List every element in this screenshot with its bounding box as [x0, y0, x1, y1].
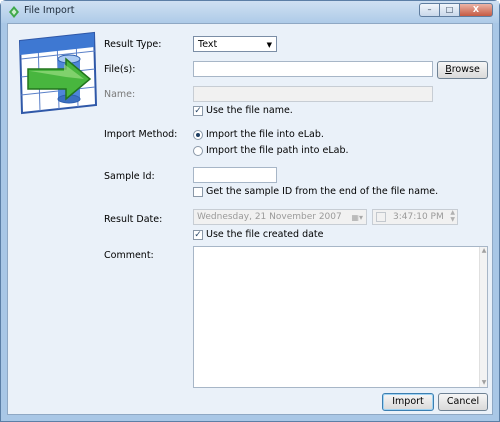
sample-id-label: Sample Id:	[104, 171, 155, 182]
result-date-label: Result Date:	[104, 214, 163, 225]
import-button[interactable]: Import	[382, 393, 434, 411]
use-file-name-checkbox[interactable]: ✓	[193, 106, 203, 116]
chevron-down-icon: ▼	[266, 41, 272, 49]
result-time-checkbox[interactable]	[376, 212, 386, 222]
comment-label: Comment:	[104, 250, 154, 261]
files-label: File(s):	[104, 64, 136, 75]
comment-textarea[interactable]: ▲ ▼	[193, 246, 488, 388]
use-created-date-label: Use the file created date	[206, 229, 324, 240]
maximize-button[interactable]: □	[439, 3, 459, 17]
comment-scrollbar[interactable]: ▲ ▼	[479, 247, 487, 387]
sample-id-from-file-label: Get the sample ID from the end of the fi…	[206, 186, 439, 197]
window-controls: – □ X	[419, 3, 493, 17]
result-time-picker[interactable]: 3:47:10 PM ▲ ▼	[372, 209, 458, 225]
import-file-radio[interactable]	[193, 130, 203, 140]
result-date-picker[interactable]: Wednesday, 21 November 2007 ▦▾	[193, 209, 367, 225]
cancel-button-label: Cancel	[446, 396, 480, 407]
time-spinner-icon[interactable]: ▲ ▼	[450, 210, 455, 223]
result-type-select[interactable]: Text ▼	[193, 36, 277, 52]
sample-id-from-file-checkbox[interactable]	[193, 187, 203, 197]
scroll-up-icon[interactable]: ▲	[480, 247, 488, 255]
files-input[interactable]	[193, 61, 433, 77]
name-input[interactable]	[193, 86, 433, 102]
browse-rest: rowse	[451, 64, 480, 75]
window-title: File Import	[24, 5, 75, 16]
app-icon	[9, 6, 19, 18]
result-type-value: Text	[198, 39, 218, 50]
import-file-path-radio[interactable]	[193, 146, 203, 156]
result-type-label: Result Type:	[104, 39, 162, 50]
browse-button[interactable]: Browse	[437, 61, 488, 79]
result-time-value: 3:47:10 PM	[393, 212, 444, 222]
dialog-client-area: Result Type: Text ▼ File(s): Browse Name…	[7, 23, 493, 415]
import-button-label: Import	[392, 396, 424, 407]
use-created-date-checkbox[interactable]: ✓	[193, 230, 203, 240]
import-file-path-label: Import the file path into eLab.	[206, 145, 349, 156]
file-import-window: File Import – □ X Result Type: Text ▼ Fi…	[0, 0, 500, 422]
scroll-down-icon[interactable]: ▼	[480, 379, 488, 387]
cancel-button[interactable]: Cancel	[438, 393, 488, 411]
result-date-value: Wednesday, 21 November 2007	[197, 212, 342, 222]
import-logo-icon	[18, 31, 98, 115]
import-file-label: Import the file into eLab.	[206, 129, 324, 140]
sample-id-input[interactable]	[193, 167, 277, 183]
import-method-label: Import Method:	[104, 129, 178, 140]
radio-dot	[196, 133, 200, 137]
minimize-button[interactable]: –	[419, 3, 439, 17]
close-button[interactable]: X	[459, 3, 493, 17]
calendar-icon: ▦▾	[351, 213, 363, 222]
name-label: Name:	[104, 89, 136, 100]
title-bar[interactable]: File Import – □ X	[1, 1, 499, 23]
use-file-name-label: Use the file name.	[206, 105, 293, 116]
